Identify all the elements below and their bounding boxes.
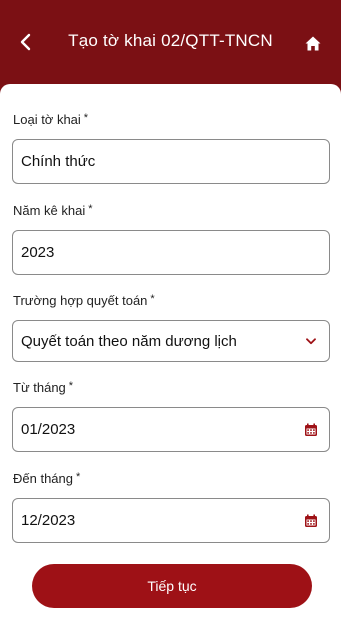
den-thang-label: Đến tháng * <box>13 471 80 486</box>
tu-thang-calendar-button[interactable] <box>293 408 329 451</box>
required-mark: * <box>76 471 81 483</box>
den-thang-calendar-button[interactable] <box>293 499 329 542</box>
loai-to-khai-label-text: Loại tờ khai <box>13 112 81 127</box>
home-icon <box>305 36 321 50</box>
required-mark: * <box>83 112 89 124</box>
den-thang-field[interactable]: 12/2023 <box>12 498 330 543</box>
tu-thang-label-text: Từ tháng <box>13 380 66 395</box>
truong-hop-label-text: Trường hợp quyết toán <box>13 293 148 308</box>
tu-thang-field[interactable]: 01/2023 <box>12 407 330 452</box>
page-title: Tạo tờ khai 02/QTT-TNCN <box>68 31 273 50</box>
truong-hop-value: Quyết toán theo năm dương lịch <box>21 332 237 350</box>
back-button[interactable] <box>10 26 42 58</box>
chevron-left-icon <box>20 33 31 51</box>
nam-ke-khai-value: 2023 <box>21 244 55 261</box>
loai-to-khai-value: Chính thức <box>21 153 96 170</box>
nam-ke-khai-field[interactable]: 2023 <box>12 230 330 275</box>
calendar-icon <box>305 514 317 527</box>
required-mark: * <box>88 203 93 215</box>
nam-ke-khai-label: Năm kê khai * <box>13 203 93 218</box>
truong-hop-select[interactable]: Quyết toán theo năm dương lịch <box>12 320 330 362</box>
den-thang-label-text: Đến tháng <box>13 471 73 486</box>
loai-to-khai-label: Loại tờ khai * <box>13 112 88 127</box>
nam-ke-khai-label-text: Năm kê khai <box>13 203 86 218</box>
truong-hop-label: Trường hợp quyết toán * <box>13 293 155 308</box>
home-button[interactable] <box>299 29 327 57</box>
calendar-icon <box>305 423 317 436</box>
required-mark: * <box>150 293 155 305</box>
tu-thang-value: 01/2023 <box>21 421 76 438</box>
tu-thang-label: Từ tháng * <box>13 380 73 395</box>
den-thang-value: 12/2023 <box>21 512 76 529</box>
app-header: Tạo tờ khai 02/QTT-TNCN <box>0 0 341 84</box>
required-mark: * <box>68 380 74 392</box>
chevron-down-icon <box>306 337 316 344</box>
continue-button[interactable]: Tiếp tục <box>32 564 312 608</box>
dropdown-toggle[interactable] <box>293 321 329 361</box>
loai-to-khai-field[interactable]: Chính thức <box>12 139 330 184</box>
